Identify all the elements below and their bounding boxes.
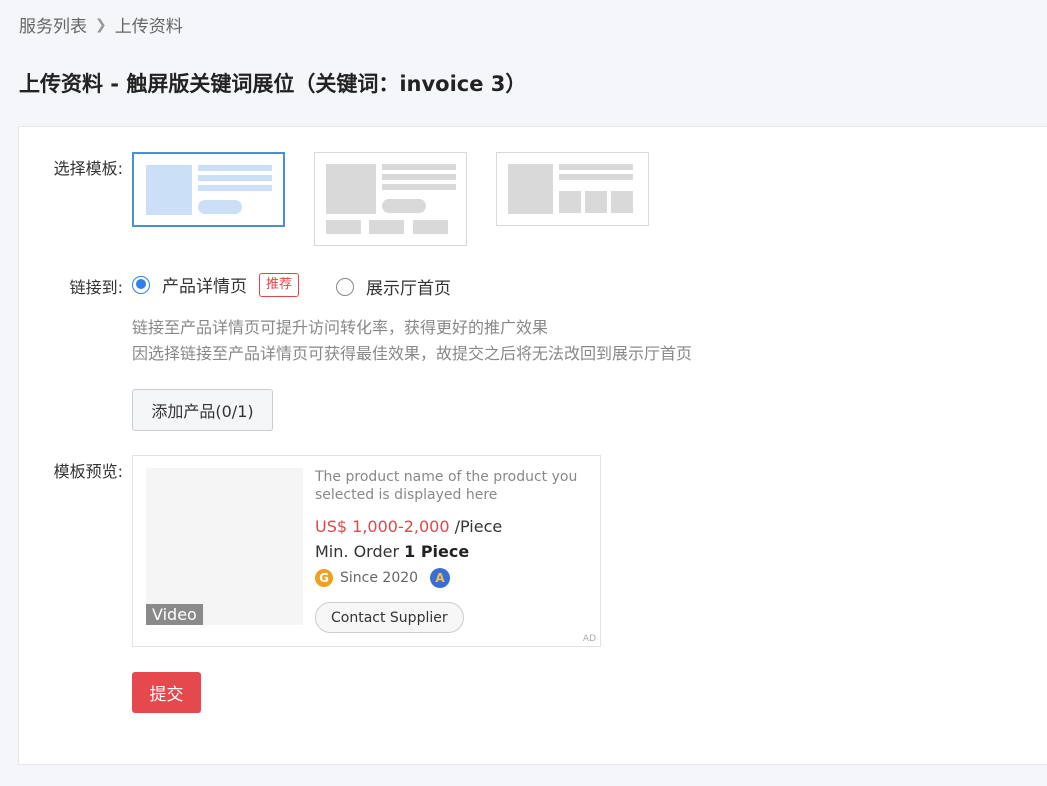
template-line xyxy=(382,164,456,170)
template-label: 选择模板: xyxy=(53,159,123,178)
min-order: Min. Order 1 Piece xyxy=(315,542,469,561)
product-price: US$ 1,000-2,000 /Piece xyxy=(315,517,502,536)
template-image-block xyxy=(146,165,192,215)
template-option-3[interactable] xyxy=(496,152,649,226)
radio-showroom-home-label: 展示厅首页 xyxy=(366,279,451,299)
gold-supplier-icon: G xyxy=(315,569,333,587)
template-button-block xyxy=(198,200,242,214)
verified-supplier-icon: A xyxy=(430,568,451,588)
link-hint-line-2: 因选择链接至产品详情页可获得最佳效果，故提交之后将无法改回到展示厅首页 xyxy=(132,344,693,363)
radio-checked-icon[interactable] xyxy=(132,275,150,294)
chevron-right-icon: ❯ xyxy=(95,16,107,33)
min-order-label: Min. Order xyxy=(315,542,400,561)
submit-button[interactable]: 提交 xyxy=(132,672,201,713)
link-to-label: 链接到: xyxy=(69,278,123,297)
product-thumbnail: Video xyxy=(146,468,303,625)
radio-unchecked-icon[interactable] xyxy=(336,277,354,296)
template-thumb-block xyxy=(369,220,404,234)
template-line xyxy=(559,164,633,170)
contact-supplier-button: Contact Supplier xyxy=(315,602,464,633)
template-thumb-block xyxy=(559,191,581,213)
template-preview-card: Video The product name of the product yo… xyxy=(132,455,601,647)
radio-product-detail-label: 产品详情页 xyxy=(162,277,247,297)
recommend-badge: 推荐 xyxy=(259,272,300,297)
template-option-1[interactable] xyxy=(132,152,285,227)
page-title: 上传资料 - 触屏版关键词展位（关键词：invoice 3） xyxy=(19,72,527,96)
breadcrumb: 服务列表 ❯ 上传资料 xyxy=(19,12,183,38)
template-thumb-block xyxy=(611,191,633,213)
price-amount: US$ 1,000-2,000 xyxy=(315,517,450,536)
breadcrumb-parent-link[interactable]: 服务列表 xyxy=(19,12,87,37)
product-name: The product name of the product you sele… xyxy=(315,469,578,503)
radio-showroom-home[interactable]: 展示厅首页 xyxy=(336,274,451,299)
breadcrumb-current: 上传资料 xyxy=(114,17,183,37)
since-text: Since 2020 xyxy=(340,570,419,586)
link-hint-line-1: 链接至产品详情页可提升访问转化率，获得更好的推广效果 xyxy=(132,318,549,337)
template-image-block xyxy=(326,164,376,214)
template-line xyxy=(382,184,456,190)
template-image-block xyxy=(508,164,553,214)
upload-form-panel: 选择模板: 链接到: 产品详情页 推荐 展示厅首页 链接至产品详情页可提升访问转… xyxy=(18,126,1047,765)
add-product-button[interactable]: 添加产品(0/1) xyxy=(132,389,273,431)
min-order-value: 1 Piece xyxy=(404,542,470,561)
radio-product-detail[interactable]: 产品详情页 推荐 xyxy=(132,272,300,297)
template-line xyxy=(198,165,272,171)
ad-label: AD xyxy=(582,634,596,644)
template-line xyxy=(382,174,456,180)
template-option-2[interactable] xyxy=(314,152,467,246)
template-line xyxy=(559,174,633,180)
template-thumb-block xyxy=(585,191,607,213)
video-tag: Video xyxy=(146,604,203,625)
template-line xyxy=(198,185,272,191)
template-thumb-block xyxy=(413,220,448,234)
supplier-since: G Since 2020 A xyxy=(315,568,451,588)
template-thumb-block xyxy=(326,220,361,234)
template-preview-label: 模板预览: xyxy=(53,462,123,481)
template-line xyxy=(198,175,272,181)
price-unit: /Piece xyxy=(454,517,503,536)
template-button-block xyxy=(382,199,426,213)
